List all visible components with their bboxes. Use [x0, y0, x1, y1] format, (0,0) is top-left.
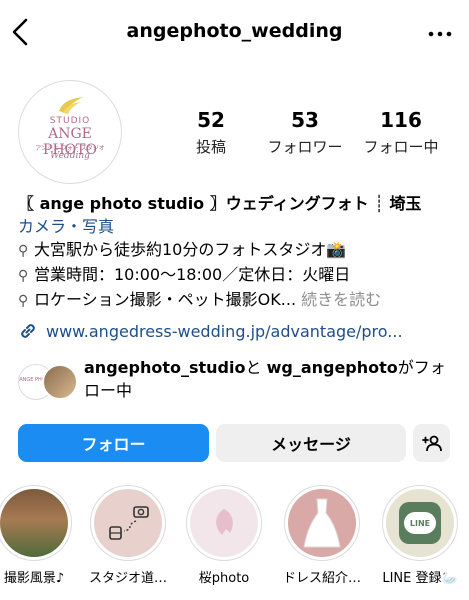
- highlight-label: LINE 登録🦢: [382, 571, 458, 586]
- mutual-followers-text: angephoto_studioと wg_angephotoがフォロー中: [84, 358, 446, 400]
- bio-line: ⚲ 営業時間：10:00～18:00／定休日：火曜日: [18, 263, 458, 288]
- highlight-label: ドレス紹介…: [282, 571, 361, 586]
- highlight-photo-thumb: [0, 489, 68, 557]
- stat-followers[interactable]: 53 フォロワー: [258, 108, 352, 157]
- stat-following-label: フォロー中: [363, 138, 439, 156]
- stat-posts-value: 52: [197, 108, 225, 132]
- dress-icon: [303, 498, 341, 548]
- stat-following[interactable]: 116 フォロー中: [356, 108, 446, 157]
- add-person-icon: [421, 435, 442, 452]
- highlight-item[interactable]: 桜photo: [184, 485, 264, 586]
- stat-posts-label: 投稿: [195, 138, 226, 156]
- pin-icon: ⚲: [18, 268, 29, 284]
- read-more-link[interactable]: 続きを読む: [296, 290, 381, 309]
- stat-following-value: 116: [380, 108, 422, 132]
- stat-followers-label: フォロワー: [267, 138, 343, 156]
- mutual-user-2[interactable]: wg_angephoto: [267, 358, 398, 377]
- profile-avatar[interactable]: STUDIO ANGE PHOTO アンジェ フォト スタジオ Wedding: [18, 80, 122, 184]
- bio-line: ⚲ ロケーション撮影・ペット撮影OK... 続きを読む: [18, 288, 458, 313]
- bio-name: 〖 ange photo studio 〗ウェディングフォト ┊ 埼玉: [18, 194, 422, 213]
- logo-wedding-text: Wedding: [50, 151, 90, 161]
- highlight-label: 桜photo: [198, 571, 250, 586]
- top-bar: angephoto_wedding: [0, 0, 469, 68]
- highlight-item[interactable]: LINE LINE 登録🦢: [380, 485, 460, 586]
- bio-line: ⚲ 大宮駅から徒歩約10分のフォトスタジオ📸: [18, 238, 458, 263]
- website-url: www.angedress-wedding.jp/advantage/pro..…: [46, 321, 403, 341]
- pin-icon: ⚲: [18, 293, 29, 309]
- action-buttons: フォロー メッセージ: [18, 424, 450, 462]
- logo-studio-text: STUDIO: [49, 116, 91, 126]
- highlight-label: 撮影風景♪: [3, 571, 65, 586]
- mutual-avatar-photo: [42, 364, 78, 400]
- wings-logo-icon: [59, 97, 83, 114]
- mutual-avatars: ANGE PHOTO: [18, 364, 78, 402]
- website-link[interactable]: www.angedress-wedding.jp/advantage/pro..…: [18, 321, 403, 341]
- route-map-icon: [109, 506, 149, 540]
- highlight-item[interactable]: 撮影風景♪: [0, 485, 74, 586]
- follow-button[interactable]: フォロー: [18, 424, 209, 462]
- pin-icon: ⚲: [18, 243, 29, 259]
- message-button[interactable]: メッセージ: [216, 424, 406, 462]
- mutual-user-1[interactable]: angephoto_studio: [84, 358, 245, 377]
- suggest-user-button[interactable]: [413, 424, 450, 462]
- link-icon: [21, 324, 35, 338]
- more-options-icon[interactable]: [425, 18, 455, 48]
- stat-posts[interactable]: 52 投稿: [188, 108, 234, 157]
- highlight-item[interactable]: スタジオ道…: [88, 485, 168, 586]
- cherry-petal-icon: [216, 509, 233, 535]
- highlight-label: スタジオ道…: [88, 571, 167, 586]
- highlight-item[interactable]: ドレス紹介…: [282, 485, 362, 586]
- profile-bio: 〖 ange photo studio 〗ウェディングフォト ┊ 埼玉 カメラ・…: [18, 192, 458, 313]
- bio-category[interactable]: カメラ・写真: [18, 215, 458, 238]
- line-badge-text: LINE: [404, 512, 436, 534]
- line-app-icon: LINE: [399, 502, 441, 544]
- profile-username-title: angephoto_wedding: [126, 20, 343, 42]
- stat-followers-value: 53: [291, 108, 319, 132]
